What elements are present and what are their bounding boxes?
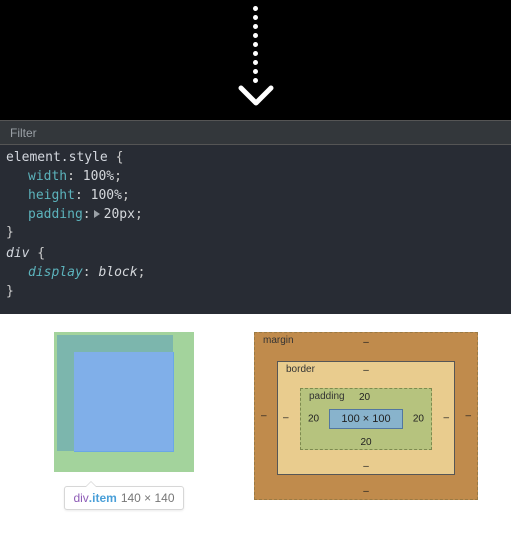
expand-triangle-icon[interactable] [94, 210, 100, 218]
box-model-padding[interactable]: padding 20 20 20 20 100 × 100 [300, 388, 432, 450]
box-model-margin[interactable]: margin – – – – border – – – – padding 20… [254, 332, 478, 500]
css-rule[interactable]: element.style { width: 100%; height: 100… [6, 149, 505, 243]
diagram-area [0, 0, 511, 120]
tooltip-class: .item [89, 491, 117, 505]
css-declaration[interactable]: width: 100%; [6, 168, 505, 187]
box-model-diagram[interactable]: margin – – – – border – – – – padding 20… [254, 332, 478, 500]
filter-bar [0, 120, 511, 145]
element-preview [54, 332, 194, 472]
tooltip-dims: 140 × 140 [121, 491, 175, 505]
padding-bottom-value: 20 [360, 437, 371, 448]
css-value: 100% [91, 188, 122, 203]
padding-top-value: 20 [359, 392, 370, 403]
css-declaration[interactable]: height: 100%; [6, 187, 505, 206]
padding-label: padding [309, 391, 345, 402]
styles-pane: element.style { width: 100%; height: 100… [0, 145, 511, 314]
css-value: block [98, 265, 137, 280]
css-declaration[interactable]: display: block; [6, 264, 505, 283]
css-prop: display [28, 265, 83, 280]
css-prop: height [28, 188, 75, 203]
css-value: 100% [83, 169, 114, 184]
margin-left-value: – [261, 410, 267, 421]
box-model-content[interactable]: 100 × 100 [329, 409, 403, 429]
css-selector: div [6, 246, 29, 261]
element-tooltip: div.item 140 × 140 [64, 486, 183, 510]
filter-input[interactable] [8, 125, 503, 141]
border-label: border [286, 364, 315, 375]
border-bottom-value: – [363, 461, 369, 472]
border-top-value: – [363, 365, 369, 376]
padding-right-value: 20 [413, 413, 424, 424]
bottom-panel: div.item 140 × 140 margin – – – – border … [0, 314, 511, 510]
css-value: 20px [104, 207, 135, 222]
css-declaration[interactable]: padding:20px; [6, 206, 505, 225]
box-model-border[interactable]: border – – – – padding 20 20 20 20 100 ×… [277, 361, 455, 475]
css-selector: element.style [6, 150, 108, 165]
arrow-down-icon [236, 0, 276, 111]
border-right-value: – [443, 412, 449, 423]
border-left-value: – [283, 412, 289, 423]
margin-right-value: – [465, 410, 471, 421]
css-rule[interactable]: div { display: block; } [6, 245, 505, 302]
css-prop: padding [28, 207, 83, 222]
margin-top-value: – [363, 337, 369, 348]
tooltip-tag: div [73, 491, 88, 505]
margin-label: margin [263, 335, 294, 346]
padding-left-value: 20 [308, 413, 319, 424]
margin-bottom-value: – [363, 486, 369, 497]
css-prop: width [28, 169, 67, 184]
